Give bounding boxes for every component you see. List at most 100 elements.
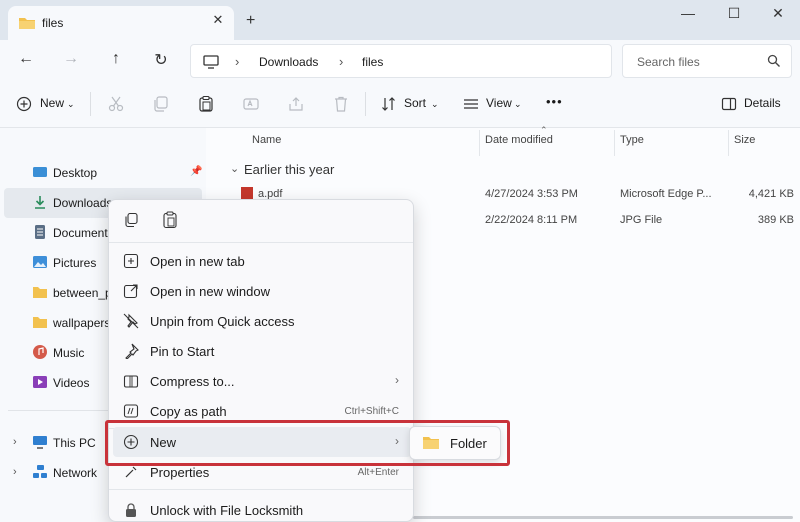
share-icon[interactable]: [287, 95, 305, 113]
sidebar-item-label: Music: [53, 346, 85, 360]
menu-divider: [109, 242, 413, 243]
file-date: 4/27/2024 3:53 PM: [485, 188, 578, 200]
minimize-button[interactable]: —: [676, 5, 700, 25]
pc-icon: [203, 55, 219, 69]
file-type: JPG File: [620, 214, 663, 226]
maximize-button[interactable]: ☐: [722, 5, 746, 25]
address-bar[interactable]: › Downloads › files: [190, 44, 612, 78]
toolbar-divider: [365, 92, 366, 116]
chevron-right-icon[interactable]: ›: [13, 466, 17, 478]
menu-item-pin-to-start[interactable]: Pin to Start: [113, 336, 411, 366]
sidebar-item-desktop[interactable]: Desktop 📌: [0, 158, 206, 188]
group-header[interactable]: Earlier this year: [244, 162, 334, 177]
menu-item-label: Open in new window: [150, 284, 270, 299]
context-menu: Open in new tab Open in new window Unpin…: [108, 199, 414, 522]
menu-item-label: Properties: [150, 465, 210, 480]
file-type: Microsoft Edge P...: [620, 188, 712, 200]
file-size: 4,421 KB: [748, 188, 794, 200]
menu-item-label: Unpin from Quick access: [150, 314, 295, 329]
column-header-size[interactable]: Size: [734, 134, 755, 146]
menu-item-unpin-quick-access[interactable]: Unpin from Quick access: [113, 306, 411, 336]
menu-item-label: Pin to Start: [150, 344, 215, 359]
lock-icon: [123, 502, 139, 518]
column-divider: [614, 130, 615, 156]
unpin-icon: [123, 313, 139, 329]
file-date: 2/22/2024 8:11 PM: [485, 214, 578, 226]
pin-icon: [123, 343, 139, 359]
menu-item-open-new-window[interactable]: Open in new window: [113, 276, 411, 306]
compress-icon: [123, 373, 139, 389]
horizontal-scrollbar[interactable]: [413, 516, 793, 519]
copy-icon[interactable]: [123, 212, 139, 228]
breadcrumb-files[interactable]: files: [362, 55, 383, 69]
chevron-right-icon[interactable]: ›: [13, 436, 17, 448]
sort-button[interactable]: Sort: [404, 96, 426, 110]
search-box[interactable]: Search files: [622, 44, 792, 78]
pc-icon: [33, 435, 47, 449]
keyboard-shortcut: Ctrl+Shift+C: [344, 406, 399, 417]
new-tab-button[interactable]: +: [246, 12, 255, 30]
chevron-right-icon: ›: [395, 373, 399, 387]
sidebar-item-label: Documents: [53, 226, 114, 240]
tab-files[interactable]: files ✕: [8, 6, 234, 40]
sidebar-item-label: Videos: [53, 376, 90, 390]
sidebar-item-label: Pictures: [53, 256, 97, 270]
sidebar-item-label: wallpapers: [53, 316, 111, 330]
up-button[interactable]: ↑: [105, 50, 127, 72]
paste-icon[interactable]: [162, 211, 178, 229]
column-header-date[interactable]: Date modified: [485, 134, 553, 146]
open-tab-icon: [123, 253, 139, 269]
forward-button[interactable]: →: [60, 50, 82, 72]
navigation-bar: ← → ↑ ↻ › Downloads › files Search files: [0, 40, 800, 82]
sidebar-item-label: Desktop: [53, 166, 98, 180]
more-options-button[interactable]: •••: [546, 94, 563, 109]
menu-item-compress[interactable]: Compress to... ›: [113, 366, 411, 396]
copy-icon[interactable]: [152, 95, 170, 113]
chevron-down-icon[interactable]: ⌄: [230, 162, 239, 175]
menu-item-open-new-tab[interactable]: Open in new tab: [113, 246, 411, 276]
command-bar: New ⌄ Sort ⌄ View ⌄ ••• Details: [0, 82, 800, 128]
chevron-down-icon: ⌄: [514, 99, 522, 109]
new-button[interactable]: New: [40, 96, 64, 110]
view-button[interactable]: View: [486, 96, 512, 110]
folder-icon: [18, 16, 36, 30]
folder-icon: [33, 315, 47, 329]
close-window-button[interactable]: ✕: [766, 5, 790, 25]
file-size: 389 KB: [757, 214, 794, 226]
network-icon: [33, 465, 47, 479]
search-icon: [767, 54, 781, 68]
menu-divider: [109, 489, 413, 490]
search-placeholder: Search files: [637, 55, 700, 69]
sidebar-item-label: This PC: [53, 436, 96, 450]
back-button[interactable]: ←: [15, 50, 37, 72]
pictures-icon: [33, 255, 47, 269]
cut-icon[interactable]: [107, 95, 125, 113]
tab-title: files: [42, 16, 64, 30]
delete-icon[interactable]: [332, 95, 350, 113]
chevron-down-icon: ⌄: [67, 99, 75, 109]
column-header-name[interactable]: Name: [252, 134, 281, 146]
new-icon: [16, 96, 32, 112]
desktop-icon: [33, 165, 47, 179]
menu-item-label: Open in new tab: [150, 254, 245, 269]
menu-item-label: Unlock with File Locksmith: [150, 503, 304, 518]
menu-item-unlock-file-locksmith[interactable]: Unlock with File Locksmith: [113, 495, 411, 521]
keyboard-shortcut: Alt+Enter: [357, 467, 399, 478]
sidebar-item-label: Network: [53, 466, 98, 480]
folder-icon: [33, 285, 47, 299]
pin-icon[interactable]: 📌: [190, 166, 202, 177]
refresh-button[interactable]: ↻: [150, 50, 172, 72]
sort-icon: [381, 96, 397, 112]
title-bar: files ✕ + — ☐ ✕: [0, 0, 800, 40]
close-tab-icon[interactable]: ✕: [210, 12, 226, 28]
sidebar-item-label: Downloads: [53, 196, 113, 210]
paste-icon[interactable]: [197, 95, 215, 113]
chevron-right-icon: ›: [235, 54, 240, 69]
column-header-type[interactable]: Type: [620, 134, 644, 146]
details-button[interactable]: Details: [744, 96, 781, 110]
breadcrumb-downloads[interactable]: Downloads: [259, 55, 318, 69]
copy-path-icon: [123, 403, 139, 419]
highlight-annotation: [105, 420, 510, 466]
rename-icon[interactable]: [242, 95, 260, 113]
menu-item-label: Compress to...: [150, 374, 235, 389]
